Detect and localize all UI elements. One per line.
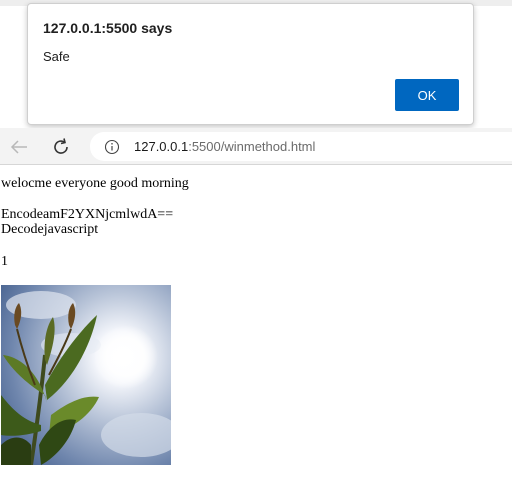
address-bar[interactable]: 127.0.0.1:5500/winmethod.html [90, 132, 512, 161]
decode-text: Decodejavascript [1, 222, 99, 237]
browser-toolbar: 127.0.0.1:5500/winmethod.html [0, 128, 512, 165]
info-icon[interactable] [104, 139, 120, 155]
plant-sky-image [1, 285, 171, 465]
alert-dialog: 127.0.0.1:5500 says Safe OK [27, 3, 474, 125]
reload-icon[interactable] [50, 136, 72, 158]
url-path: :5500/winmethod.html [188, 139, 316, 154]
dialog-message: Safe [43, 49, 70, 64]
dialog-title: 127.0.0.1:5500 says [43, 20, 173, 36]
url-host: 127.0.0.1 [134, 139, 189, 154]
back-arrow-icon[interactable] [8, 136, 30, 158]
url-text[interactable]: 127.0.0.1:5500/winmethod.html [134, 139, 315, 154]
greeting-text: welocme everyone good morning [1, 176, 189, 191]
count-text: 1 [1, 254, 8, 269]
ok-button[interactable]: OK [395, 79, 459, 111]
